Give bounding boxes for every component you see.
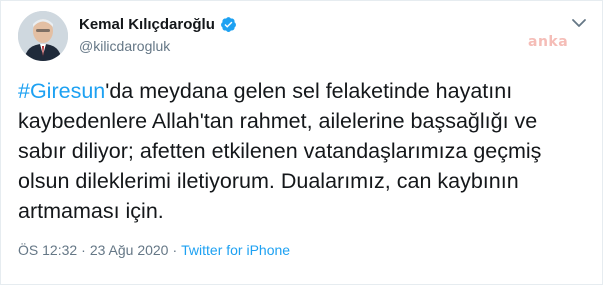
tweet-card: Kemal Kılıçdaroğlu @kilicdarogluk anka #… <box>0 0 603 285</box>
tweet-date[interactable]: 23 Ağu 2020 <box>90 242 169 258</box>
display-name[interactable]: Kemal Kılıçdaroğlu <box>79 16 215 33</box>
watermark-logo: anka <box>528 34 569 50</box>
meta-separator: · <box>81 242 86 258</box>
avatar-portrait-icon <box>18 11 68 61</box>
tweet-source-link[interactable]: Twitter for iPhone <box>181 242 290 258</box>
tweet-time[interactable]: ÖS 12:32 <box>18 242 77 258</box>
chevron-down-icon[interactable] <box>570 14 588 32</box>
name-row: Kemal Kılıçdaroğlu <box>79 16 237 33</box>
tweet-text: #Giresun'da meydana gelen sel felaketind… <box>18 76 588 226</box>
meta-separator: · <box>172 242 178 258</box>
verified-badge-icon <box>220 16 237 33</box>
tweet-meta: ÖS 12:32 · 23 Ağu 2020 · Twitter for iPh… <box>18 242 290 258</box>
avatar[interactable] <box>18 11 68 61</box>
user-handle[interactable]: @kilicdarogluk <box>79 38 170 54</box>
hashtag-link[interactable]: #Giresun <box>18 79 105 103</box>
